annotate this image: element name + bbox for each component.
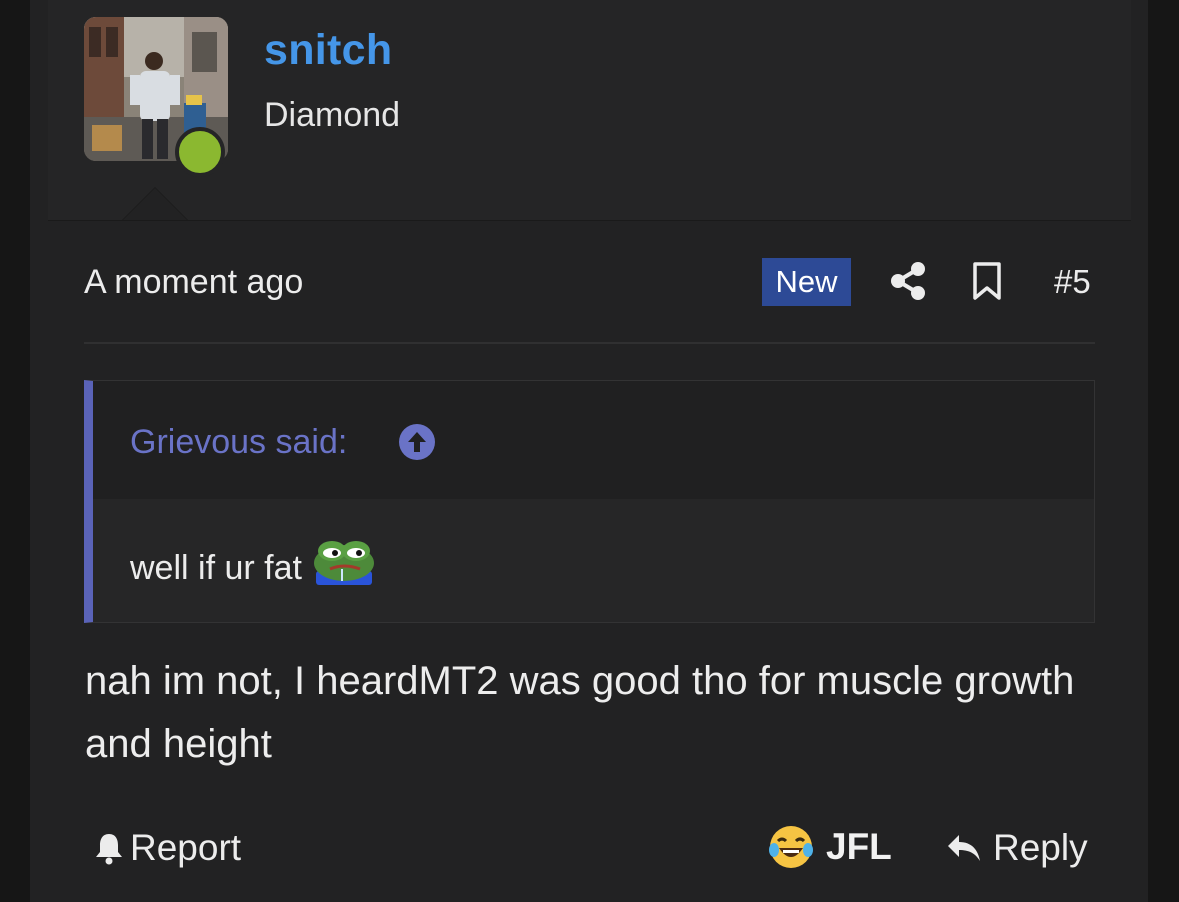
user-block: snitch Diamond <box>48 0 1131 221</box>
user-title: Diamond <box>264 96 401 134</box>
page: snitch Diamond A moment ago New #5 Griev… <box>0 0 1179 902</box>
post-message: nah im not, I heardMT2 was good tho for … <box>85 659 1075 766</box>
quote-author[interactable]: Grievous said: <box>130 423 347 462</box>
reaction-button[interactable]: JFL <box>768 824 892 870</box>
new-badge: New <box>762 258 851 306</box>
report-button[interactable]: Report <box>92 827 241 869</box>
username-link[interactable]: snitch <box>264 26 392 75</box>
post-meta-row: A moment ago New #5 <box>84 255 1095 311</box>
quote-block: Grievous said: well if ur fat <box>84 380 1095 623</box>
pepe-emoji-icon <box>312 535 376 594</box>
post-footer: Report JFL Reply <box>84 822 1095 878</box>
arrow-up-circle-icon[interactable] <box>398 423 436 466</box>
post-timestamp[interactable]: A moment ago <box>84 263 303 302</box>
reply-arrow-icon <box>948 835 980 861</box>
reply-button[interactable]: Reply <box>945 827 1088 869</box>
quote-body: well if ur fat <box>130 541 376 594</box>
reply-label: Reply <box>993 827 1088 868</box>
divider <box>84 342 1095 344</box>
bookmark-icon[interactable] <box>971 261 1003 306</box>
reaction-label: JFL <box>826 826 892 867</box>
quote-header: Grievous said: <box>93 381 1094 499</box>
online-status-indicator <box>175 127 225 177</box>
forum-post: snitch Diamond A moment ago New #5 Griev… <box>30 0 1148 902</box>
caret <box>123 188 187 220</box>
report-label: Report <box>130 827 242 868</box>
bell-icon <box>96 834 122 865</box>
laughing-tears-icon <box>769 826 813 868</box>
share-icon[interactable] <box>890 261 926 306</box>
post-number-link[interactable]: #5 <box>1054 263 1091 301</box>
quote-text: well if ur fat <box>130 549 302 587</box>
